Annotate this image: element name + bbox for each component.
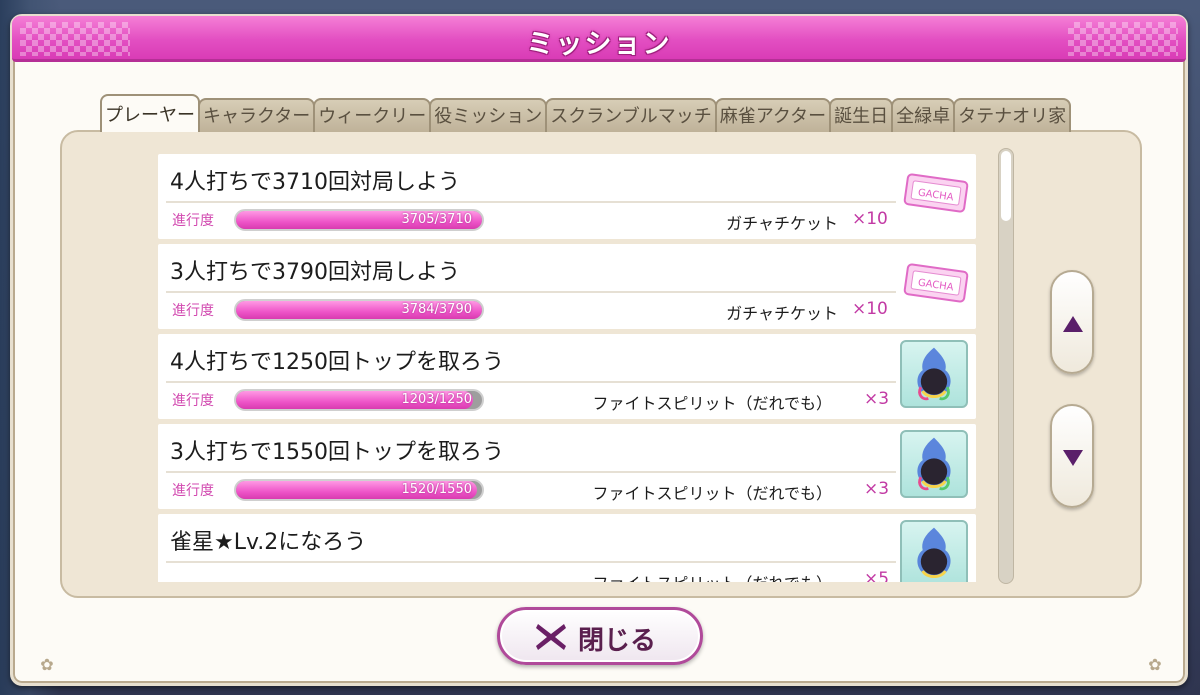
corner-ornament-left: ✿ bbox=[40, 655, 54, 674]
title-bar: ミッション bbox=[12, 16, 1186, 62]
fight-spirit-icon bbox=[900, 430, 968, 498]
reward-quantity: ×5 bbox=[864, 569, 890, 582]
reward-quantity: ×3 bbox=[864, 479, 890, 499]
mission-row: 4人打ちで1250回トップを取ろう 進行度 1203/1250 ファイトスピリッ… bbox=[158, 334, 976, 419]
progress-label: 進行度 bbox=[172, 393, 214, 409]
reward-name: ガチャチケット bbox=[726, 214, 838, 233]
reward-name: ファイトスピリット（だれでも） bbox=[592, 570, 832, 582]
mission-title: 雀星★Lv.2になろう bbox=[170, 530, 367, 555]
progress-bar: 1203/1250 bbox=[234, 389, 484, 411]
tab-tatenaori[interactable]: タテナオリ家 bbox=[953, 98, 1072, 132]
tab-bar: プレーヤー キャラクター ウィークリー 役ミッション スクランブルマッチ 麻雀ア… bbox=[100, 94, 1072, 132]
reward-quantity: ×10 bbox=[852, 299, 888, 319]
gacha-ticket-icon: GACHA bbox=[903, 263, 969, 303]
tab-weekly[interactable]: ウィークリー bbox=[313, 98, 432, 132]
scrollbar[interactable] bbox=[998, 148, 1014, 584]
row-divider bbox=[166, 291, 896, 293]
dialog-title: ミッション bbox=[526, 29, 672, 60]
progress-text: 3705/3710 bbox=[401, 212, 472, 227]
mission-row: 4人打ちで3710回対局しよう 進行度 3705/3710 ガチャチケット ×1… bbox=[158, 154, 976, 239]
scroll-up-button[interactable] bbox=[1050, 270, 1094, 374]
mission-row: 3人打ちで3790回対局しよう 進行度 3784/3790 ガチャチケット ×1… bbox=[158, 244, 976, 329]
tab-mahjong-actor[interactable]: 麻雀アクター bbox=[714, 98, 832, 132]
progress-label: 進行度 bbox=[172, 483, 214, 499]
corner-ornament-right: ✿ bbox=[1148, 655, 1162, 674]
progress-text: 3784/3790 bbox=[401, 302, 472, 317]
triangle-down-icon bbox=[1063, 450, 1083, 466]
progress-bar: 1520/1550 bbox=[234, 479, 484, 501]
tab-birthday[interactable]: 誕生日 bbox=[829, 98, 894, 132]
tab-character[interactable]: キャラクター bbox=[198, 98, 316, 132]
mission-list[interactable]: 4人打ちで3710回対局しよう 進行度 3705/3710 ガチャチケット ×1… bbox=[158, 152, 976, 582]
reward-quantity: ×10 bbox=[852, 209, 888, 229]
mission-title: 4人打ちで1250回トップを取ろう bbox=[170, 350, 504, 375]
tab-all-green[interactable]: 全緑卓 bbox=[891, 98, 956, 132]
row-divider bbox=[166, 381, 896, 383]
triangle-up-icon bbox=[1063, 316, 1083, 332]
row-divider bbox=[166, 561, 896, 563]
progress-label: 進行度 bbox=[172, 213, 214, 229]
mission-title: 3人打ちで3790回対局しよう bbox=[170, 260, 460, 285]
row-divider bbox=[166, 471, 896, 473]
tab-player[interactable]: プレーヤー bbox=[100, 94, 200, 132]
mission-row: 3人打ちで1550回トップを取ろう 進行度 1520/1550 ファイトスピリッ… bbox=[158, 424, 976, 509]
progress-label: 進行度 bbox=[172, 303, 214, 319]
mission-title: 3人打ちで1550回トップを取ろう bbox=[170, 440, 504, 465]
close-x-icon bbox=[536, 624, 566, 650]
fight-spirit-icon bbox=[900, 520, 968, 582]
progress-bar: 3784/3790 bbox=[234, 299, 484, 321]
tab-yaku-mission[interactable]: 役ミッション bbox=[429, 98, 548, 132]
mission-row: 雀星★Lv.2になろう ファイトスピリット（だれでも） ×5 bbox=[158, 514, 976, 582]
reward-name: ガチャチケット bbox=[726, 304, 838, 323]
reward-name: ファイトスピリット（だれでも） bbox=[592, 484, 832, 503]
reward-name: ファイトスピリット（だれでも） bbox=[592, 394, 832, 413]
gacha-ticket-icon: GACHA bbox=[903, 173, 969, 213]
mission-title: 4人打ちで3710回対局しよう bbox=[170, 170, 460, 195]
scrollbar-thumb[interactable] bbox=[1001, 151, 1011, 221]
progress-bar: 3705/3710 bbox=[234, 209, 484, 231]
progress-text: 1203/1250 bbox=[401, 392, 472, 407]
progress-text: 1520/1550 bbox=[401, 482, 472, 497]
reward-quantity: ×3 bbox=[864, 389, 890, 409]
fight-spirit-icon bbox=[900, 340, 968, 408]
close-button-label: 閉じる bbox=[578, 626, 657, 656]
tab-scramble-match[interactable]: スクランブルマッチ bbox=[545, 98, 717, 132]
row-divider bbox=[166, 201, 896, 203]
scroll-down-button[interactable] bbox=[1050, 404, 1094, 508]
close-button[interactable]: 閉じる bbox=[497, 607, 703, 665]
